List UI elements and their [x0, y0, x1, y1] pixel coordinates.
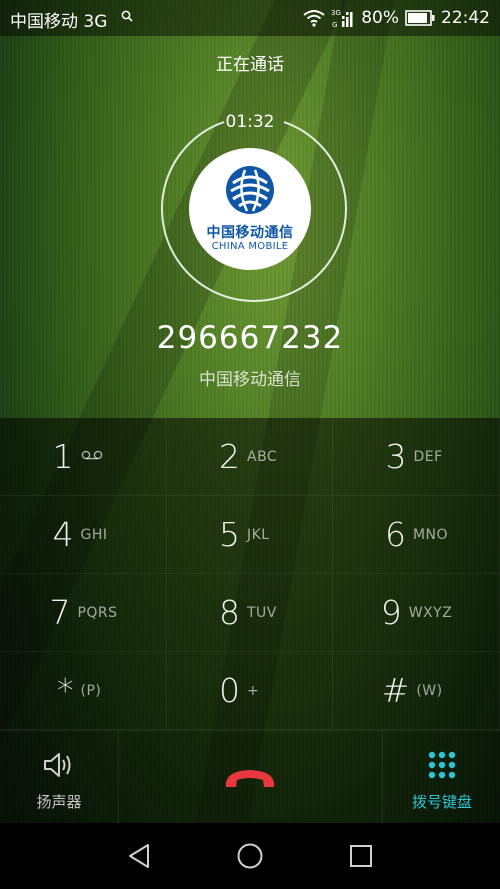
key-letters — [81, 449, 115, 465]
key-digit: 3 — [385, 437, 407, 476]
key-digit: 4 — [52, 515, 74, 554]
call-timer: 01:32 — [225, 112, 275, 132]
key-0[interactable]: 0 + — [167, 652, 333, 730]
key-letters: ABC — [247, 448, 278, 465]
key-digit: 5 — [219, 515, 240, 554]
china-mobile-logo-icon — [226, 166, 274, 214]
network-type-bottom: G — [332, 21, 337, 29]
key-digit: 0 — [219, 671, 240, 710]
speaker-button[interactable]: 扬声器 — [0, 731, 119, 824]
call-action-bar: 扬声器 拨号键盘 — [0, 730, 500, 824]
key-1[interactable]: 1 — [0, 418, 167, 496]
dialpad-toggle-button[interactable]: 拨号键盘 — [382, 731, 500, 824]
key-4[interactable]: 4 GHI — [0, 496, 167, 574]
key-digit: * — [57, 671, 74, 710]
key-9[interactable]: 9 WXYZ — [333, 574, 500, 652]
carrier-logo: 中国移动通信 CHINA MOBILE — [189, 148, 311, 270]
recents-icon[interactable] — [346, 841, 376, 871]
battery-percent: 80% — [361, 8, 399, 28]
key-letters: PQRS — [77, 604, 118, 621]
keypad-icon — [428, 751, 456, 779]
key-star[interactable]: * (P) — [0, 652, 167, 730]
key-letters: TUV — [247, 604, 277, 621]
key-6[interactable]: 6 MNO — [333, 496, 500, 574]
wifi-icon — [303, 10, 325, 27]
key-letters: DEF — [413, 448, 443, 465]
carrier-name: 中国移动通信 — [199, 370, 301, 390]
home-icon[interactable] — [235, 841, 265, 871]
key-7[interactable]: 7 PQRS — [0, 574, 167, 652]
key-digit: 1 — [52, 437, 74, 476]
search-icon — [121, 10, 133, 22]
key-letters: + — [247, 682, 260, 699]
clock: 22:42 — [441, 8, 490, 28]
key-digit: 9 — [380, 593, 402, 632]
speaker-label: 扬声器 — [36, 793, 82, 811]
logo-text-en: CHINA MOBILE — [211, 241, 289, 252]
keypad-label: 拨号键盘 — [411, 793, 472, 811]
key-letters: MNO — [412, 526, 449, 543]
phone-number: 296667232 — [156, 320, 344, 356]
key-letters: JKL — [247, 526, 270, 543]
key-digit: 6 — [384, 515, 406, 554]
logo-text-cn: 中国移动通信 — [206, 225, 294, 241]
key-hash[interactable]: # (W) — [333, 652, 500, 730]
key-digit: 2 — [219, 437, 240, 476]
voicemail-icon — [81, 450, 102, 459]
key-digit: 7 — [49, 593, 71, 632]
signal-icon: 3G G — [331, 9, 353, 29]
status-bar: 中国移动 3G 3G G 80% 22:42 — [0, 0, 500, 36]
key-8[interactable]: 8 TUV — [167, 574, 333, 652]
system-nav-bar — [0, 823, 500, 889]
key-3[interactable]: 3 DEF — [333, 418, 500, 496]
key-letters: GHI — [80, 526, 108, 543]
carrier-label: 中国移动 3G — [10, 12, 108, 32]
network-type-top: 3G — [331, 9, 341, 17]
speaker-icon — [44, 753, 71, 777]
key-digit: # — [381, 671, 410, 710]
key-letters: WXYZ — [408, 604, 453, 621]
key-5[interactable]: 5 JKL — [167, 496, 333, 574]
back-icon[interactable] — [124, 841, 154, 871]
call-status: 正在通话 — [216, 55, 284, 75]
key-letters: (W) — [416, 682, 443, 699]
key-digit: 8 — [219, 593, 240, 632]
key-letters: (P) — [80, 682, 102, 699]
battery-icon — [405, 10, 435, 26]
key-2[interactable]: 2 ABC — [167, 418, 333, 496]
end-call-button[interactable] — [210, 759, 290, 799]
dialpad: 1 2 ABC 3 DEF 4 GHI 5 JKL 6 MNO 7 PQRS 8… — [0, 418, 500, 730]
